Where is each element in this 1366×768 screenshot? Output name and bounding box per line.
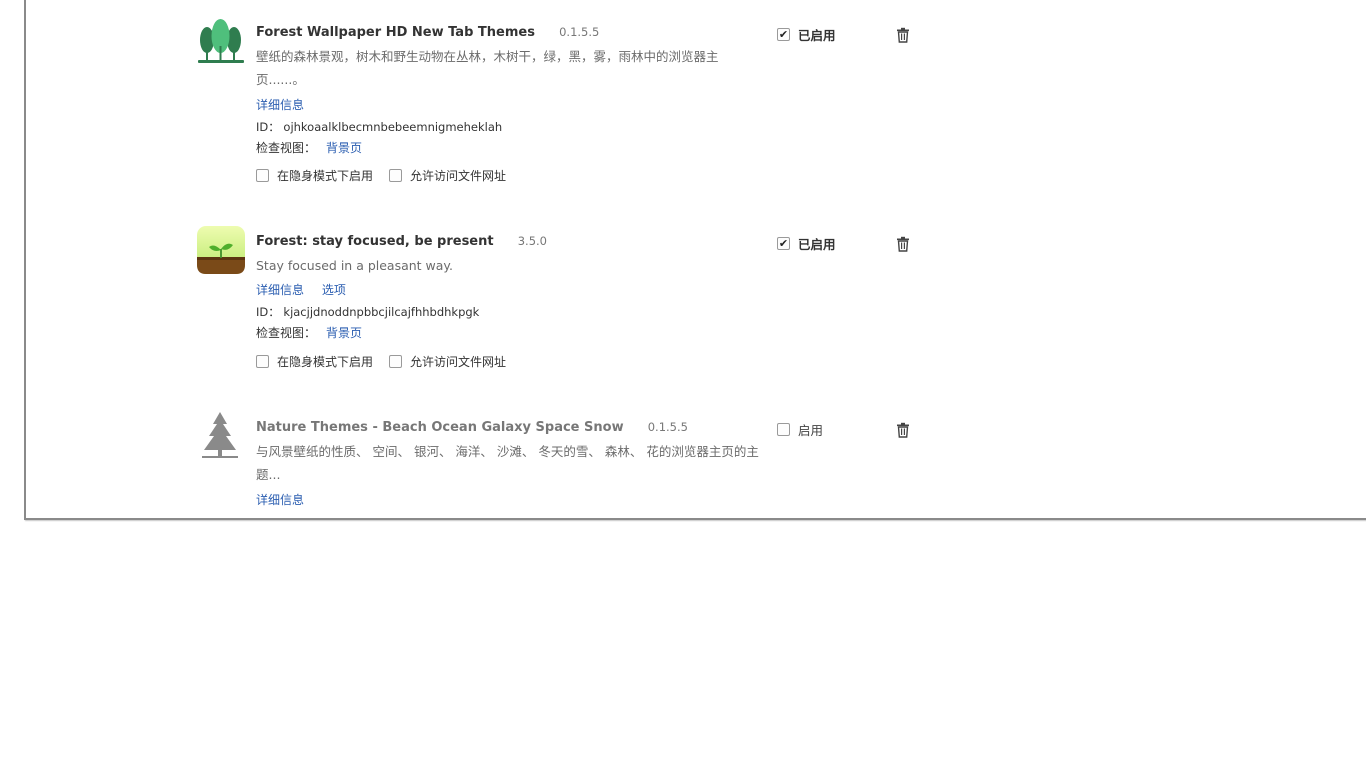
views-label: 检查视图：: [256, 141, 317, 155]
background-page-link[interactable]: 背景页: [326, 326, 362, 340]
views-label: 检查视图：: [256, 326, 317, 340]
trash-icon[interactable]: [895, 422, 911, 438]
enable-toggle[interactable]: ✔ 已启用: [777, 25, 836, 44]
pine-tree-icon: [196, 410, 246, 460]
incognito-checkbox[interactable]: [256, 169, 269, 182]
checkmark-icon: ✔: [778, 237, 789, 250]
extension-name: Forest Wallpaper HD New Tab Themes: [256, 25, 535, 40]
enable-checkbox[interactable]: ✔: [777, 28, 790, 41]
enable-label: 已启用: [798, 28, 836, 43]
trash-icon[interactable]: [895, 27, 911, 43]
checkmark-icon: ✔: [778, 28, 789, 41]
enable-checkbox[interactable]: ✔: [777, 237, 790, 250]
inspect-views: 检查视图： 背景页: [256, 324, 362, 341]
extension-title: Forest: stay focused, be present 3.5.0: [256, 234, 547, 249]
incognito-checkbox[interactable]: [256, 355, 269, 368]
incognito-label: 在隐身模式下启用: [277, 169, 374, 183]
file-urls-option[interactable]: 允许访问文件网址: [389, 167, 506, 184]
extension-version: 3.5.0: [517, 234, 547, 248]
enable-toggle[interactable]: ✔ 已启用: [777, 234, 836, 253]
id-label: ID：: [256, 305, 280, 319]
extension-name: Forest: stay focused, be present: [256, 234, 494, 249]
details-link[interactable]: 详细信息: [256, 493, 304, 507]
incognito-option[interactable]: 在隐身模式下启用: [256, 353, 373, 370]
extensions-panel: Forest Wallpaper HD New Tab Themes 0.1.5…: [24, 0, 1366, 520]
extension-options: 在隐身模式下启用 允许访问文件网址: [256, 167, 522, 184]
extension-id: ID： ojhkoaalklbecmnbebeemnigmeheklah: [256, 119, 502, 135]
extension-description: Stay focused in a pleasant way.: [256, 258, 454, 273]
enable-toggle[interactable]: 启用: [777, 420, 823, 439]
sprout-icon: [196, 225, 246, 275]
file-urls-label: 允许访问文件网址: [410, 169, 507, 183]
extension-id: ID： kjacjjdnoddnpbbcjilcajfhhbdhkpgk: [256, 304, 479, 320]
details-link[interactable]: 详细信息: [256, 283, 304, 297]
extension-title: Forest Wallpaper HD New Tab Themes 0.1.5…: [256, 25, 599, 40]
enable-checkbox[interactable]: [777, 423, 790, 436]
incognito-option[interactable]: 在隐身模式下启用: [256, 167, 373, 184]
id-label: ID：: [256, 120, 280, 134]
options-link[interactable]: 选项: [322, 283, 346, 297]
extension-description: 壁纸的森林景观，树木和野生动物在丛林，木树干，绿，黑，雾，雨林中的浏览器主页..…: [256, 49, 719, 87]
enable-label: 已启用: [798, 237, 836, 252]
extension-version: 0.1.5.5: [559, 25, 600, 39]
enable-label: 启用: [798, 423, 824, 438]
extension-links: 详细信息 选项: [256, 281, 360, 298]
extension-name: Nature Themes - Beach Ocean Galaxy Space…: [256, 420, 624, 435]
file-urls-option[interactable]: 允许访问文件网址: [389, 353, 506, 370]
inspect-views: 检查视图： 背景页: [256, 139, 362, 156]
extension-title: Nature Themes - Beach Ocean Galaxy Space…: [256, 420, 688, 435]
extension-description: 与风景壁纸的性质、 空间、 银河、 海洋、 沙滩、 冬天的雪、 森林、 花的浏览…: [256, 444, 759, 482]
details-link[interactable]: 详细信息: [256, 98, 304, 112]
file-urls-checkbox[interactable]: [389, 355, 403, 368]
extension-links: 详细信息: [256, 491, 318, 508]
id-value: ojhkoaalklbecmnbebeemnigmeheklah: [283, 120, 503, 134]
trash-icon[interactable]: [895, 236, 911, 252]
id-value: kjacjjdnoddnpbbcjilcajfhhbdhkpgk: [283, 305, 480, 319]
extension-links: 详细信息: [256, 96, 318, 113]
file-urls-checkbox[interactable]: [389, 169, 403, 182]
file-urls-label: 允许访问文件网址: [410, 355, 507, 369]
extension-options: 在隐身模式下启用 允许访问文件网址: [256, 353, 522, 370]
background-page-link[interactable]: 背景页: [326, 141, 362, 155]
forest-trees-icon: [196, 16, 246, 66]
incognito-label: 在隐身模式下启用: [277, 355, 374, 369]
extension-version: 0.1.5.5: [647, 420, 688, 434]
